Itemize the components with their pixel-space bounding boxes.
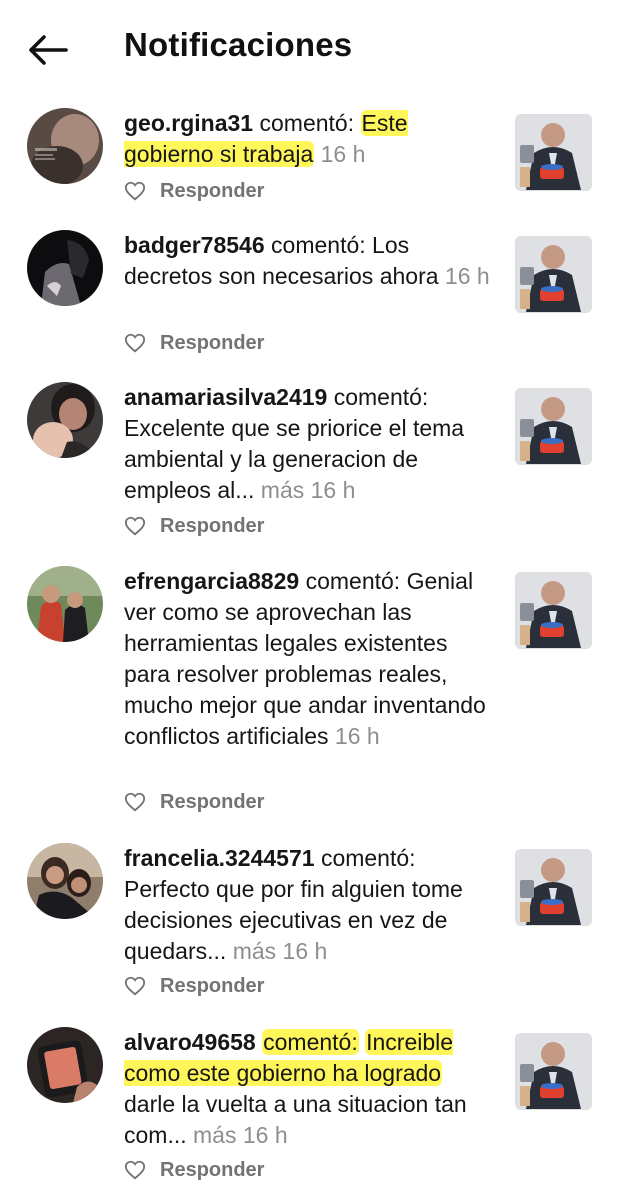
username-link[interactable]: alvaro49658 [124,1029,256,1055]
post-thumbnail[interactable] [515,572,592,649]
notification-text: geo.rgina31 comentó: Este gobierno si tr… [124,108,499,170]
notification-text: francelia.3244571 comentó: Perfecto que … [124,843,499,967]
avatar[interactable] [27,108,103,184]
more-link[interactable]: más [193,1122,236,1148]
heart-icon[interactable] [124,180,146,202]
timestamp: 16 h [282,938,328,964]
notification-item[interactable]: efrengarcia8829 comentó: Genial ver como… [0,564,618,824]
commented-label: comentó: [259,110,355,136]
username-link[interactable]: badger78546 [124,232,265,258]
notification-item[interactable]: geo.rgina31 comentó: Este gobierno si tr… [0,106,618,216]
reply-button[interactable]: Responder [160,791,264,814]
reply-row: Responder [124,328,264,358]
comment-text: Genial ver como se aprovechan las herram… [124,568,486,749]
username-link[interactable]: anamariasilva2419 [124,384,327,410]
reply-button[interactable]: Responder [160,1159,264,1182]
notification-text: badger78546 comentó: Los decretos son ne… [124,230,499,292]
more-link[interactable]: más [233,938,276,964]
heart-icon[interactable] [124,1159,146,1181]
header: Notificaciones [0,0,618,100]
heart-icon[interactable] [124,975,146,997]
avatar[interactable] [27,1027,103,1103]
avatar[interactable] [27,230,103,306]
heart-icon[interactable] [124,791,146,813]
reply-button[interactable]: Responder [160,515,264,538]
reply-button[interactable]: Responder [160,332,264,355]
username-link[interactable]: francelia.3244571 [124,845,315,871]
timestamp: 16 h [320,141,366,167]
commented-label: comentó: [305,568,401,594]
back-button[interactable] [24,30,72,70]
arrow-left-icon [29,35,68,65]
heart-icon[interactable] [124,332,146,354]
reply-row: Responder [124,971,264,1001]
timestamp: 16 h [242,1122,288,1148]
more-link[interactable]: más [261,477,304,503]
comment-text: darle la vuelta a una situacion tan com.… [124,1091,467,1148]
timestamp: 16 h [444,263,490,289]
notification-item[interactable]: anamariasilva2419 comentó: Excelente que… [0,380,618,540]
post-thumbnail[interactable] [515,388,592,465]
post-thumbnail[interactable] [515,1033,592,1110]
reply-row: Responder [124,787,264,817]
username-link[interactable]: efrengarcia8829 [124,568,299,594]
commented-label: comentó: [271,232,366,258]
post-thumbnail[interactable] [515,849,592,926]
reply-button[interactable]: Responder [160,180,264,203]
notification-item[interactable]: alvaro49658 comentó: Increible como este… [0,1025,618,1200]
reply-row: Responder [124,511,264,541]
notification-text: anamariasilva2419 comentó: Excelente que… [124,382,499,506]
avatar[interactable] [27,843,103,919]
heart-icon[interactable] [124,515,146,537]
avatar[interactable] [27,382,103,458]
notification-text: alvaro49658 comentó: Increible como este… [124,1027,499,1151]
reply-button[interactable]: Responder [160,975,264,998]
notification-text: efrengarcia8829 comentó: Genial ver como… [124,566,499,752]
notification-item[interactable]: badger78546 comentó: Los decretos son ne… [0,228,618,358]
timestamp: 16 h [334,723,380,749]
username-link[interactable]: geo.rgina31 [124,110,253,136]
timestamp: 16 h [310,477,356,503]
commented-label: comentó: [333,384,429,410]
post-thumbnail[interactable] [515,114,592,191]
commented-label: comentó: [262,1029,359,1055]
post-thumbnail[interactable] [515,236,592,313]
page-title: Notificaciones [124,26,353,63]
avatar[interactable] [27,566,103,642]
reply-row: Responder [124,1155,264,1185]
notification-item[interactable]: francelia.3244571 comentó: Perfecto que … [0,841,618,1011]
commented-label: comentó: [320,845,416,871]
reply-row: Responder [124,176,264,206]
